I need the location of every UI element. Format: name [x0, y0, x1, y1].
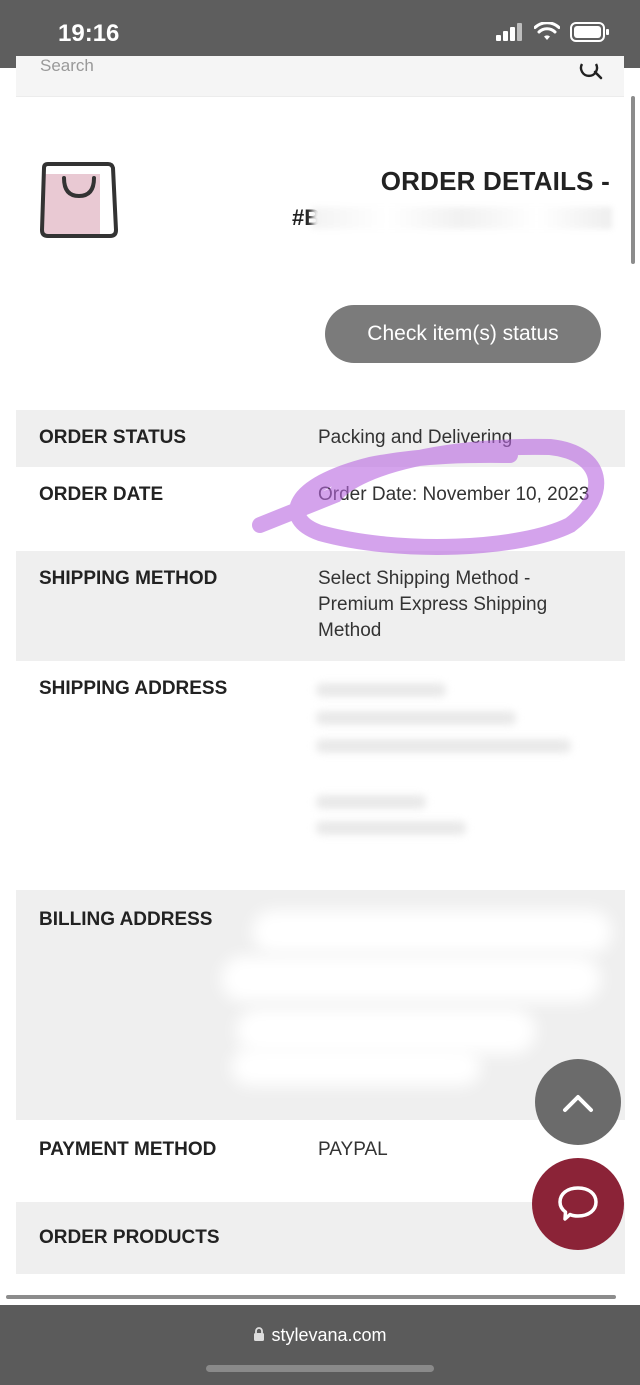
billing-address-redaction: [231, 1048, 481, 1086]
url-display[interactable]: stylevana.com: [0, 1325, 640, 1346]
payment-method-label: PAYMENT METHOD: [39, 1139, 217, 1160]
horizontal-scrollbar[interactable]: [6, 1295, 616, 1299]
payment-method-value: PAYPAL: [318, 1139, 388, 1160]
status-time: 19:16: [58, 20, 120, 47]
shipping-method-value: Select Shipping Method - Premium Express…: [318, 568, 548, 641]
chevron-up-icon: [563, 1095, 593, 1112]
billing-address-redaction: [252, 910, 612, 954]
order-status-label: ORDER STATUS: [39, 427, 187, 448]
shipping-address-redacted-line: [316, 739, 571, 753]
order-status-value: Packing and Delivering: [318, 427, 513, 448]
home-indicator[interactable]: [206, 1365, 434, 1372]
shipping-address-redacted-line: [316, 683, 446, 697]
shopping-bag-icon: [40, 162, 118, 238]
row-billing-address: BILLING ADDRESS: [16, 890, 625, 1120]
wifi-icon: [534, 22, 560, 40]
order-number-redaction: [312, 207, 612, 229]
cellular-signal-icon: [496, 23, 522, 41]
order-products-label: ORDER PRODUCTS: [39, 1227, 220, 1248]
chat-bubble-icon: [558, 1186, 598, 1221]
shipping-address-redacted-line: [316, 711, 516, 725]
billing-address-redaction: [221, 956, 601, 1002]
shipping-method-label: SHIPPING METHOD: [39, 568, 218, 589]
search-bar[interactable]: Search: [16, 56, 624, 97]
order-date-value: Order Date: November 10, 2023: [318, 484, 590, 505]
row-shipping-method: SHIPPING METHOD Select Shipping Method -…: [16, 551, 625, 661]
page-title: ORDER DETAILS -: [380, 166, 610, 196]
row-order-status: ORDER STATUS Packing and Delivering: [16, 410, 625, 467]
check-item-status-button[interactable]: Check item(s) status: [325, 305, 601, 363]
browser-address-bar[interactable]: stylevana.com: [0, 1305, 640, 1385]
shipping-address-redacted-line: [316, 821, 466, 835]
battery-icon: [570, 22, 609, 42]
shipping-address-label: SHIPPING ADDRESS: [39, 678, 228, 699]
lock-icon: [254, 1327, 265, 1341]
scroll-to-top-button[interactable]: [535, 1059, 621, 1145]
order-date-label: ORDER DATE: [39, 484, 164, 505]
url-text: stylevana.com: [271, 1325, 387, 1345]
order-details-table: ORDER STATUS Packing and Delivering ORDE…: [16, 410, 625, 1274]
billing-address-label: BILLING ADDRESS: [39, 909, 213, 930]
chat-button[interactable]: [532, 1158, 624, 1250]
row-shipping-address: SHIPPING ADDRESS: [16, 661, 625, 890]
shipping-address-redacted-line: [316, 795, 426, 809]
search-input[interactable]: Search: [40, 56, 94, 76]
vertical-scrollbar[interactable]: [631, 96, 635, 264]
search-icon[interactable]: [578, 60, 606, 84]
row-order-date: ORDER DATE Order Date: November 10, 2023: [16, 467, 625, 551]
status-icons: [496, 22, 610, 42]
